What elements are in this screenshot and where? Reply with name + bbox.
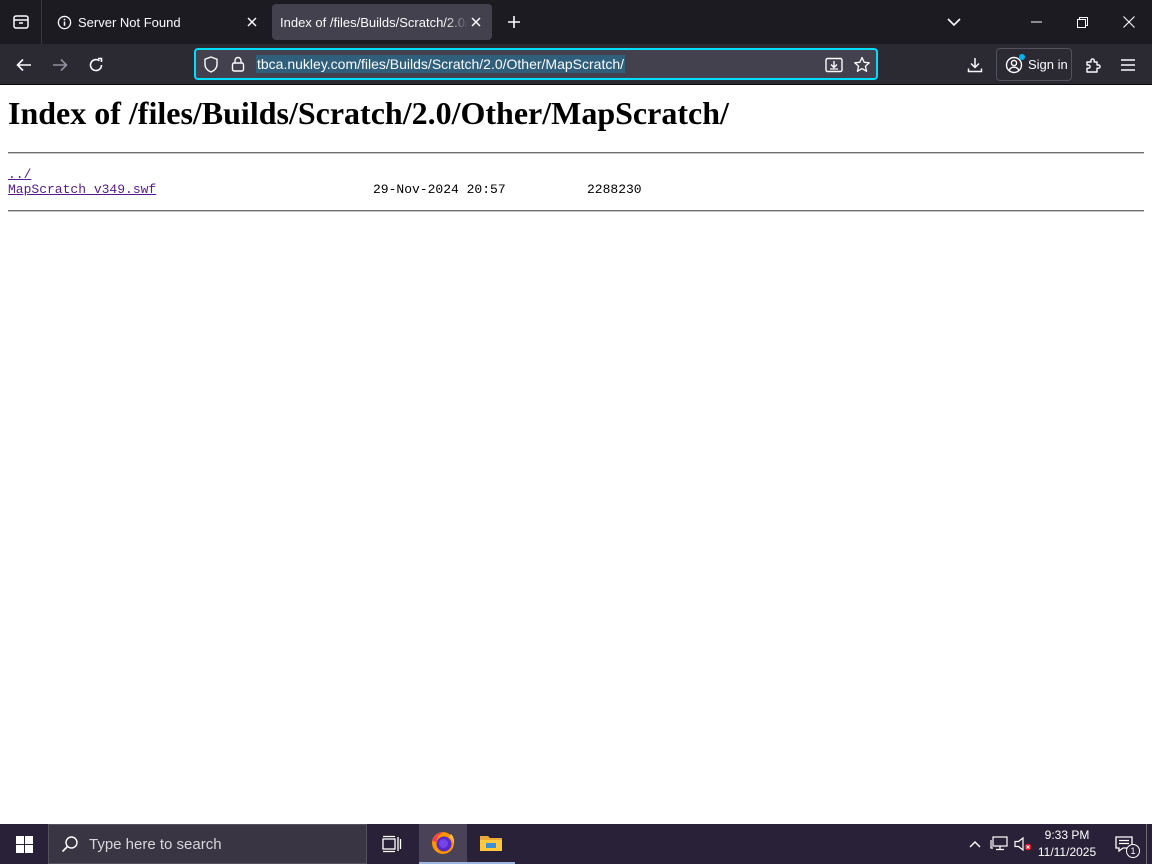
clock-date: 11/11/2025 <box>1037 845 1097 859</box>
directory-listing: ../ MapScratch_v349.swf 29-Nov-2024 20:5… <box>8 167 642 197</box>
close-tab-icon[interactable] <box>244 14 260 30</box>
hamburger-menu-icon <box>1121 59 1135 71</box>
address-bar[interactable]: tbca.nukley.com/files/Builds/Scratch/2.0… <box>194 48 878 80</box>
download-icon <box>967 58 983 73</box>
url-text[interactable]: tbca.nukley.com/files/Builds/Scratch/2.0… <box>256 55 626 73</box>
show-hidden-icons-button[interactable] <box>964 824 986 864</box>
tab-title: Index of /files/Builds/Scratch/2.0/Other… <box>280 14 468 30</box>
minimize-icon <box>1030 21 1042 23</box>
task-view-icon <box>382 835 402 853</box>
arrow-right-icon <box>53 58 68 72</box>
downloads-button[interactable] <box>962 52 988 78</box>
close-window-button[interactable] <box>1106 0 1152 44</box>
network-button[interactable] <box>988 824 1010 864</box>
tab-title: Server Not Found <box>78 14 181 30</box>
tab-manager-button[interactable] <box>0 0 42 44</box>
divider <box>8 210 1144 212</box>
info-icon <box>56 14 72 30</box>
tab-manager-icon <box>12 15 29 29</box>
restore-button[interactable] <box>1059 0 1105 44</box>
list-item: ../ <box>8 167 156 182</box>
lock-icon[interactable] <box>229 55 247 73</box>
search-placeholder: Type here to search <box>89 835 222 853</box>
close-tab-icon[interactable] <box>468 14 484 30</box>
folder-icon <box>480 836 502 851</box>
close-icon <box>1123 16 1135 28</box>
arrow-left-icon <box>16 58 31 72</box>
taskbar-file-explorer[interactable] <box>467 824 515 864</box>
page-title: Index of /files/Builds/Scratch/2.0/Other… <box>8 95 729 131</box>
divider <box>8 152 1144 154</box>
clock-time: 9:33 PM <box>1044 828 1090 842</box>
notification-dot <box>1019 53 1025 60</box>
notifications-button[interactable]: 1 <box>1104 824 1144 864</box>
search-icon <box>61 835 79 853</box>
firefox-icon <box>432 832 455 854</box>
notification-count-badge: 1 <box>1126 844 1140 858</box>
tracking-protection-shield-icon[interactable] <box>202 55 220 73</box>
chevron-up-icon <box>969 841 981 848</box>
volume-muted-icon <box>1014 836 1032 852</box>
reload-button[interactable] <box>81 50 111 80</box>
restore-icon <box>1076 16 1088 28</box>
reload-icon <box>89 57 103 72</box>
file-date: 29-Nov-2024 20:57 <box>373 182 506 197</box>
new-tab-button[interactable] <box>500 8 528 36</box>
list-all-tabs-button[interactable] <box>940 8 968 36</box>
network-icon <box>990 836 1008 851</box>
page-content: Index of /files/Builds/Scratch/2.0/Other… <box>0 85 1152 824</box>
tab-strip: Server Not Found Index of /files/Builds/… <box>0 0 1152 44</box>
puzzle-icon <box>1085 57 1101 73</box>
file-size: 2288230 <box>587 182 642 197</box>
start-button[interactable] <box>0 824 48 864</box>
taskbar: Type here to search 9:33 PM 11/11/2025 1 <box>0 824 1152 864</box>
extensions-button[interactable] <box>1080 52 1106 78</box>
forward-button[interactable] <box>45 50 75 80</box>
minimize-button[interactable] <box>1013 0 1059 44</box>
tab-index-of[interactable]: Index of /files/Builds/Scratch/2.0/Other… <box>272 4 492 40</box>
account-icon <box>1005 53 1025 74</box>
taskbar-search-box[interactable]: Type here to search <box>48 824 367 864</box>
windows-logo-icon <box>15 835 33 853</box>
show-desktop-button[interactable] <box>1146 824 1152 864</box>
file-link[interactable]: MapScratch_v349.swf <box>8 182 156 197</box>
system-clock[interactable]: 9:33 PM 11/11/2025 <box>1036 827 1098 861</box>
install-page-icon[interactable] <box>824 55 844 75</box>
volume-button[interactable] <box>1012 824 1034 864</box>
bookmark-star-icon[interactable] <box>852 55 872 75</box>
chevron-down-icon <box>947 17 961 26</box>
plus-icon <box>508 16 520 28</box>
list-item: MapScratch_v349.swf 29-Nov-2024 20:57 22… <box>8 182 642 197</box>
tab-server-not-found[interactable]: Server Not Found <box>48 4 268 40</box>
parent-directory-link[interactable]: ../ <box>8 167 31 182</box>
taskbar-firefox[interactable] <box>419 824 467 864</box>
navigation-toolbar: tbca.nukley.com/files/Builds/Scratch/2.0… <box>0 44 1152 85</box>
task-view-button[interactable] <box>372 824 412 864</box>
back-button[interactable] <box>9 50 39 80</box>
app-menu-button[interactable] <box>1115 52 1141 78</box>
sign-in-button[interactable]: Sign in <box>996 48 1072 81</box>
sign-in-label: Sign in <box>1028 57 1068 72</box>
